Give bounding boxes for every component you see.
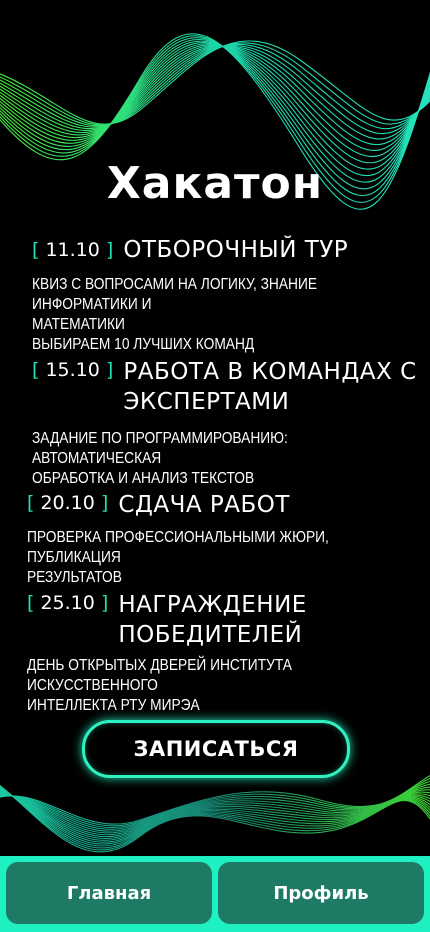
wave-line [0,45,430,135]
stage-1: [ 11.10 ] ОТБОРОЧНЫЙ ТУР КВИЗ С ВОПРОСАМ… [32,237,430,355]
stage-name: СДАЧА РАБОТ [118,492,290,518]
stage-date: [ 20.10 ] [27,492,109,514]
bottom-nav: Главная Профиль [0,856,430,932]
stage-date: [ 25.10 ] [27,592,109,614]
stage-3: [ 20.10 ] СДАЧА РАБОТ ПРОВЕРКА ПРОФЕССИО… [27,490,430,588]
wave-line [0,44,430,164]
wave-line [0,45,430,151]
register-button[interactable]: ЗАПИСАТЬСЯ [82,720,350,778]
stage-name: РАБОТА В КОМАНДАХ С ЭКСПЕРТАМИ [123,359,417,415]
stage-2: [ 15.10 ] РАБОТА В КОМАНДАХ С ЭКСПЕРТАМИ… [32,357,430,489]
wave-line [0,45,430,140]
page-title: Хакатон [106,158,324,209]
stage-date: [ 15.10 ] [32,359,114,381]
stage-name: ОТБОРОЧНЫЙ ТУР [123,237,349,263]
stage-description: ДЕНЬ ОТКРЫТЫХ ДВЕРЕЙ ИНСТИТУТА ИСКУССТВЕ… [27,657,292,714]
stage-description: КВИЗ С ВОПРОСАМИ НА ЛОГИКУ, ЗНАНИЕ ИНФОР… [32,276,318,353]
stage-description: ЗАДАНИЕ ПО ПРОГРАММИРОВАНИЮ: АВТОМАТИЧЕС… [32,430,288,487]
nav-profile-button[interactable]: Профиль [218,862,424,924]
nav-home-button[interactable]: Главная [6,862,212,924]
stage-4: [ 25.10 ] НАГРАЖДЕНИЕ ПОБЕДИТЕЛЕЙ ДЕНЬ О… [27,590,430,716]
wave-line [0,42,430,126]
wave-line [0,43,430,170]
stage-description: ПРОВЕРКА ПРОФЕССИОНАЛЬНЫМИ ЖЮРИ, ПУБЛИКА… [27,529,329,586]
stage-name: НАГРАЖДЕНИЕ ПОБЕДИТЕЛЕЙ [118,592,307,648]
wave-line [0,40,430,125]
stage-date: [ 11.10 ] [32,239,114,261]
